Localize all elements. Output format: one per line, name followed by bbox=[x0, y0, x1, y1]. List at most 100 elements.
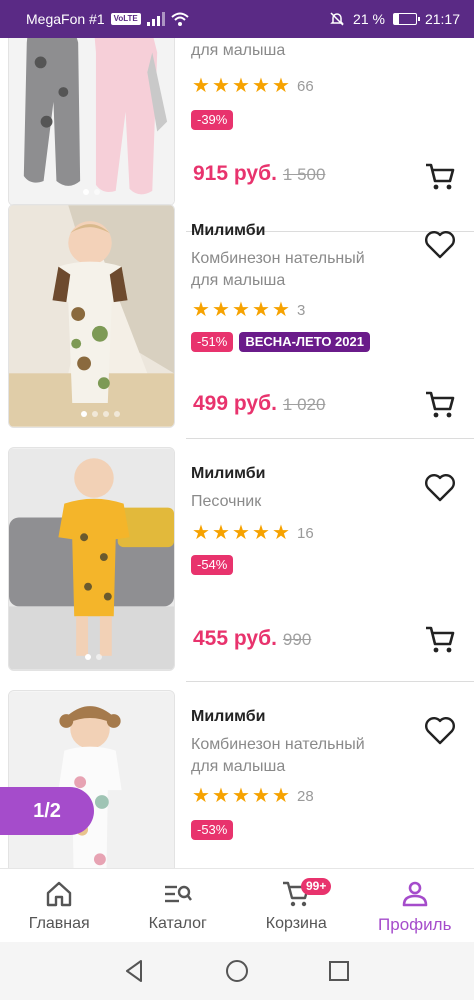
review-count: 3 bbox=[297, 301, 306, 319]
review-count: 16 bbox=[297, 524, 314, 542]
price-row: 499 руб. 1 020 bbox=[193, 392, 325, 416]
season-badge: ВЕСНА-ЛЕТО 2021 bbox=[239, 332, 370, 352]
star-icon: ★ bbox=[252, 522, 270, 544]
rating: ★ ★ ★ ★ ★ 66 bbox=[191, 76, 314, 96]
product-image[interactable] bbox=[8, 690, 175, 868]
nav-item-profile[interactable]: Профиль bbox=[356, 869, 474, 942]
star-icon: ★ bbox=[232, 522, 250, 544]
nav-label: Каталог bbox=[148, 915, 207, 932]
star-icon: ★ bbox=[192, 75, 210, 97]
product-card[interactable]: для малыша ★ ★ ★ ★ ★ 66 -39% 915 руб. 1 500 bbox=[0, 38, 474, 232]
bottom-nav: Главная Каталог 99+ Корзина Профиль bbox=[0, 868, 474, 942]
nav-item-home[interactable]: Главная bbox=[0, 869, 119, 942]
product-image-art bbox=[9, 691, 174, 868]
brand-name: Милимби bbox=[191, 222, 266, 239]
star-icon: ★ bbox=[212, 75, 230, 97]
badges: -39% bbox=[191, 110, 234, 130]
price: 455 руб. bbox=[193, 627, 277, 650]
product-image-art bbox=[9, 205, 174, 427]
title-line: Комбинезон нательный bbox=[191, 736, 365, 753]
star-icon: ★ bbox=[272, 785, 290, 807]
badges: -51% ВЕСНА-ЛЕТО 2021 bbox=[191, 332, 370, 352]
star-icon: ★ bbox=[232, 75, 250, 97]
image-dots bbox=[81, 411, 120, 417]
recents-square-icon[interactable] bbox=[325, 957, 353, 985]
home-icon bbox=[47, 881, 72, 907]
nav-label: Профиль bbox=[378, 915, 452, 934]
product-image[interactable] bbox=[8, 38, 175, 206]
star-icon: ★ bbox=[232, 299, 250, 321]
rating: ★ ★ ★ ★ ★ 3 bbox=[191, 300, 305, 320]
review-count: 28 bbox=[297, 787, 314, 805]
page-indicator[interactable]: 1/2 bbox=[0, 787, 94, 835]
image-dots bbox=[83, 189, 100, 195]
star-icon: ★ bbox=[272, 75, 290, 97]
home-circle-icon[interactable] bbox=[223, 957, 251, 985]
profile-icon bbox=[402, 881, 428, 907]
favorite-heart-icon[interactable] bbox=[424, 473, 456, 503]
carrier-name: MegaFon #1 bbox=[26, 11, 105, 27]
old-price: 1 020 bbox=[282, 395, 326, 414]
old-price: 990 bbox=[282, 630, 312, 649]
mute-bell-icon bbox=[330, 12, 344, 26]
cart-count-badge: 99+ bbox=[301, 878, 332, 895]
review-count: 66 bbox=[297, 77, 314, 95]
battery-percent: 21 % bbox=[353, 11, 385, 27]
discount-badge: -53% bbox=[191, 820, 234, 840]
brand-name: Милимби bbox=[191, 465, 266, 482]
image-dots bbox=[85, 654, 102, 660]
star-icon: ★ bbox=[272, 522, 290, 544]
back-icon[interactable] bbox=[121, 957, 149, 985]
star-icon: ★ bbox=[272, 299, 290, 321]
star-icon: ★ bbox=[192, 522, 210, 544]
add-to-cart-icon[interactable] bbox=[424, 162, 456, 192]
badges: -53% bbox=[191, 820, 234, 840]
nav-label: Корзина bbox=[265, 915, 327, 932]
product-title: для малыша bbox=[191, 42, 286, 59]
product-card[interactable]: Милимби Комбинезон нательный для малыша … bbox=[0, 690, 474, 868]
star-icon: ★ bbox=[232, 785, 250, 807]
divider bbox=[186, 681, 474, 682]
star-icon: ★ bbox=[252, 299, 270, 321]
product-image[interactable] bbox=[8, 204, 175, 428]
product-title: Комбинезон нательный для малыша bbox=[191, 248, 396, 292]
price: 915 руб. bbox=[193, 162, 277, 185]
favorite-heart-icon[interactable] bbox=[424, 716, 456, 746]
status-bar: MegaFon #1 VoLTE 21 % 21:17 bbox=[0, 0, 474, 38]
nav-item-cart[interactable]: 99+ Корзина bbox=[237, 869, 356, 942]
product-card[interactable]: Милимби Песочник ★ ★ ★ ★ ★ 16 -54% 455 руб. … bbox=[0, 447, 474, 690]
product-card[interactable]: Милимби Комбинезон нательный для малыша … bbox=[0, 204, 474, 447]
price: 499 руб. bbox=[193, 392, 277, 415]
nav-item-catalog[interactable]: Каталог bbox=[119, 869, 238, 942]
battery-icon bbox=[392, 13, 420, 25]
discount-badge: -39% bbox=[191, 110, 234, 130]
product-list[interactable]: для малыша ★ ★ ★ ★ ★ 66 -39% 915 руб. 1 500 bbox=[0, 38, 474, 868]
product-image[interactable] bbox=[8, 447, 175, 671]
old-price: 1 500 bbox=[282, 165, 326, 184]
nav-label: Главная bbox=[28, 915, 90, 932]
badges: -54% bbox=[191, 555, 234, 575]
rating: ★ ★ ★ ★ ★ 16 bbox=[191, 523, 314, 543]
discount-badge: -51% bbox=[191, 332, 234, 352]
brand-name: Милимби bbox=[191, 708, 266, 725]
title-line: для малыша bbox=[191, 758, 286, 775]
favorite-heart-icon[interactable] bbox=[424, 230, 456, 260]
title-line: для малыша bbox=[191, 272, 286, 289]
star-icon: ★ bbox=[212, 785, 230, 807]
rating: ★ ★ ★ ★ ★ 28 bbox=[191, 786, 314, 806]
star-icon: ★ bbox=[212, 522, 230, 544]
clock: 21:17 bbox=[424, 11, 460, 27]
divider bbox=[186, 438, 474, 439]
add-to-cart-icon[interactable] bbox=[424, 625, 456, 655]
star-icon: ★ bbox=[192, 299, 210, 321]
price-row: 455 руб. 990 bbox=[193, 627, 311, 651]
add-to-cart-icon[interactable] bbox=[424, 390, 456, 420]
product-image-art bbox=[9, 448, 174, 670]
star-icon: ★ bbox=[252, 75, 270, 97]
price-row: 915 руб. 1 500 bbox=[193, 162, 325, 186]
star-icon: ★ bbox=[212, 299, 230, 321]
wifi-icon bbox=[171, 12, 189, 26]
star-icon: ★ bbox=[252, 785, 270, 807]
product-title: Песочник bbox=[191, 491, 396, 513]
signal-icon bbox=[146, 12, 165, 26]
